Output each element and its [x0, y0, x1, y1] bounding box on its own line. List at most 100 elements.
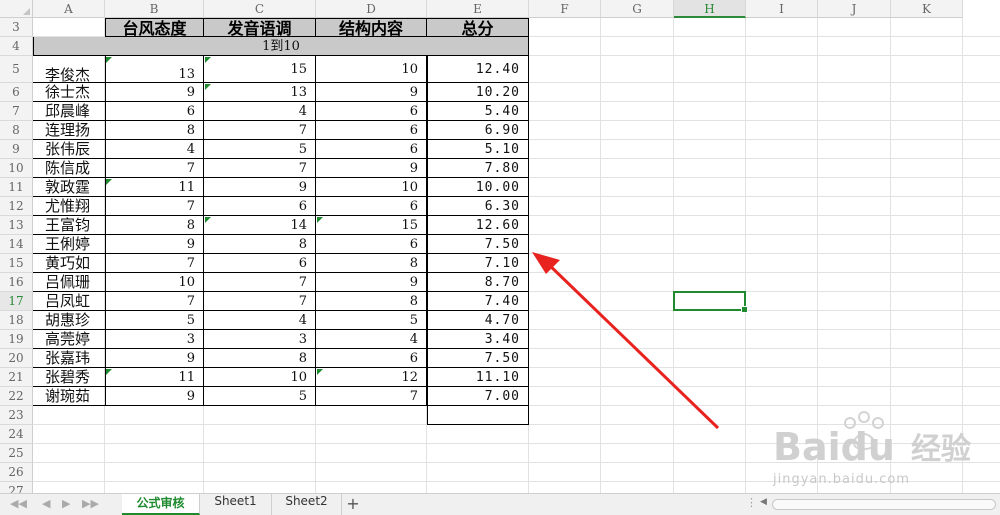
- row-header-21[interactable]: 21: [0, 368, 33, 387]
- score-cell-d[interactable]: 7: [316, 387, 427, 406]
- score-cell-c[interactable]: 6: [204, 197, 316, 216]
- column-header-h[interactable]: H: [674, 0, 746, 18]
- total-score-cell[interactable]: 7.10: [427, 254, 529, 273]
- score-cell-c[interactable]: 14: [204, 216, 316, 235]
- score-cell-d[interactable]: 9: [316, 83, 427, 102]
- column-header-c[interactable]: C: [204, 0, 316, 18]
- total-score-cell[interactable]: 7.40: [427, 292, 529, 311]
- row-header-17[interactable]: 17: [0, 292, 33, 311]
- score-cell-b[interactable]: 7: [105, 292, 204, 311]
- score-cell-b[interactable]: 7: [105, 254, 204, 273]
- header-2[interactable]: 发音语调: [204, 18, 316, 37]
- total-score-cell[interactable]: 10.20: [427, 83, 529, 102]
- score-cell-b[interactable]: 6: [105, 102, 204, 121]
- column-header-f[interactable]: F: [529, 0, 601, 18]
- student-name-cell[interactable]: 吕凤虹: [33, 292, 105, 311]
- score-cell-c[interactable]: 7: [204, 292, 316, 311]
- student-name-cell[interactable]: 吕佩珊: [33, 273, 105, 292]
- total-score-cell[interactable]: 7.80: [427, 159, 529, 178]
- score-cell-c[interactable]: 7: [204, 121, 316, 140]
- score-cell-b[interactable]: 11: [105, 178, 204, 197]
- total-score-cell[interactable]: 12.40: [427, 56, 529, 83]
- row-header-10[interactable]: 10: [0, 159, 33, 178]
- header-4[interactable]: 总分: [427, 18, 529, 37]
- prev-sheet-nav-icon[interactable]: ◀: [42, 497, 50, 510]
- row-header-13[interactable]: 13: [0, 216, 33, 235]
- fill-handle[interactable]: [741, 306, 748, 313]
- score-cell-c[interactable]: 10: [204, 368, 316, 387]
- sheet-tab-sheet2[interactable]: Sheet2: [272, 494, 342, 515]
- row-header-4[interactable]: 4: [0, 37, 33, 56]
- column-header-k[interactable]: K: [891, 0, 963, 18]
- score-cell-b[interactable]: 8: [105, 216, 204, 235]
- score-cell-d[interactable]: 6: [316, 197, 427, 216]
- student-name-cell[interactable]: 胡惠珍: [33, 311, 105, 330]
- score-cell-d[interactable]: 12: [316, 368, 427, 387]
- score-cell-d[interactable]: 10: [316, 178, 427, 197]
- score-cell-b[interactable]: 3: [105, 330, 204, 349]
- student-name-cell[interactable]: 黄巧如: [33, 254, 105, 273]
- total-score-cell[interactable]: 6.30: [427, 197, 529, 216]
- score-cell-b[interactable]: 7: [105, 159, 204, 178]
- score-cell-b[interactable]: 9: [105, 235, 204, 254]
- score-cell-d[interactable]: 4: [316, 330, 427, 349]
- total-score-cell[interactable]: 5.10: [427, 140, 529, 159]
- score-cell-c[interactable]: 13: [204, 83, 316, 102]
- first-sheet-nav-icon[interactable]: ◀◀: [10, 497, 27, 510]
- student-name-cell[interactable]: 王富钧: [33, 216, 105, 235]
- student-name-cell[interactable]: 徐士杰: [33, 83, 105, 102]
- row-header-20[interactable]: 20: [0, 349, 33, 368]
- row-header-16[interactable]: 16: [0, 273, 33, 292]
- score-cell-c[interactable]: 9: [204, 178, 316, 197]
- header-3[interactable]: 结构内容: [316, 18, 427, 37]
- select-all-corner[interactable]: [0, 0, 33, 18]
- column-header-e[interactable]: E: [427, 0, 529, 18]
- score-cell-c[interactable]: 4: [204, 311, 316, 330]
- row-header-9[interactable]: 9: [0, 140, 33, 159]
- score-cell-b[interactable]: 11: [105, 368, 204, 387]
- row-header-14[interactable]: 14: [0, 235, 33, 254]
- last-sheet-nav-icon[interactable]: ▶▶: [82, 497, 99, 510]
- score-cell-d[interactable]: 9: [316, 273, 427, 292]
- horizontal-scroll-splitter[interactable]: ⋮: [746, 496, 757, 509]
- score-cell-c[interactable]: 6: [204, 254, 316, 273]
- row-header-22[interactable]: 22: [0, 387, 33, 406]
- score-cell-c[interactable]: 15: [204, 56, 316, 83]
- scroll-left-icon[interactable]: ◀: [760, 497, 767, 507]
- student-name-cell[interactable]: 尤惟翔: [33, 197, 105, 216]
- total-score-cell[interactable]: 8.70: [427, 273, 529, 292]
- student-name-cell[interactable]: 王俐婷: [33, 235, 105, 254]
- add-sheet-button[interactable]: +: [342, 494, 364, 515]
- row-header-18[interactable]: 18: [0, 311, 33, 330]
- score-cell-d[interactable]: 6: [316, 349, 427, 368]
- score-cell-d[interactable]: 8: [316, 254, 427, 273]
- merged-range-label[interactable]: 1到10: [33, 37, 529, 56]
- column-header-j[interactable]: J: [818, 0, 891, 18]
- score-cell-b[interactable]: 9: [105, 349, 204, 368]
- score-cell-d[interactable]: 5: [316, 311, 427, 330]
- score-cell-d[interactable]: 8: [316, 292, 427, 311]
- row-header-12[interactable]: 12: [0, 197, 33, 216]
- total-score-cell[interactable]: 12.60: [427, 216, 529, 235]
- sheet-tab-sheet1[interactable]: Sheet1: [200, 494, 272, 515]
- student-name-cell[interactable]: 敦政霆: [33, 178, 105, 197]
- student-name-cell[interactable]: 李俊杰: [33, 56, 105, 83]
- score-cell-c[interactable]: 7: [204, 273, 316, 292]
- row-header-3[interactable]: 3: [0, 18, 33, 37]
- score-cell-b[interactable]: 4: [105, 140, 204, 159]
- column-header-i[interactable]: I: [746, 0, 818, 18]
- score-cell-c[interactable]: 5: [204, 387, 316, 406]
- row-header-27[interactable]: 27: [0, 482, 33, 493]
- total-score-cell[interactable]: 6.90: [427, 121, 529, 140]
- total-score-cell[interactable]: 7.00: [427, 387, 529, 406]
- next-sheet-nav-icon[interactable]: ▶: [62, 497, 70, 510]
- score-cell-b[interactable]: 10: [105, 273, 204, 292]
- row-header-19[interactable]: 19: [0, 330, 33, 349]
- total-score-cell[interactable]: 7.50: [427, 349, 529, 368]
- total-score-cell[interactable]: 7.50: [427, 235, 529, 254]
- score-cell-b[interactable]: 9: [105, 83, 204, 102]
- student-name-cell[interactable]: 连理扬: [33, 121, 105, 140]
- row-header-7[interactable]: 7: [0, 102, 33, 121]
- row-header-25[interactable]: 25: [0, 444, 33, 463]
- score-cell-c[interactable]: 4: [204, 102, 316, 121]
